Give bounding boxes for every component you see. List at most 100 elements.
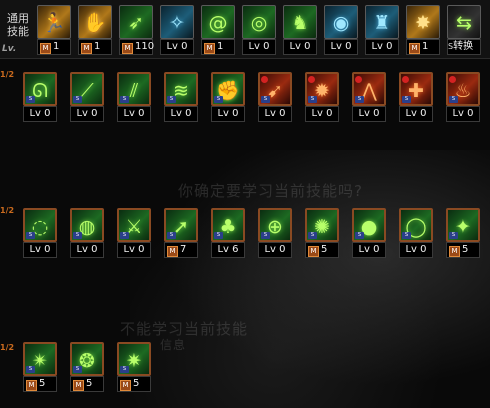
halo-icon[interactable]: ◯ S <box>399 208 433 242</box>
background-prompt-text: 你确定要学习当前技能吗? <box>178 182 363 200</box>
skill-slot[interactable]: ⋀ S Lv 0 <box>352 72 386 122</box>
skill-slot[interactable]: ➶ M 110 <box>119 5 154 55</box>
beast-icon[interactable]: ♞ <box>283 5 317 39</box>
tree-icon[interactable]: ♣ S <box>211 208 245 242</box>
skill-level-text: Lv 0 <box>358 244 380 255</box>
skill-level-label: M5 <box>446 242 480 258</box>
skill-slot[interactable]: ⊕ S Lv 0 <box>258 208 292 258</box>
spin-icon[interactable]: ✺ S <box>305 208 339 242</box>
skill-slot[interactable]: ♜ Lv 0 <box>365 5 399 55</box>
claw-icon[interactable]: ⟋ S <box>70 72 104 106</box>
skill-slot[interactable]: ◎ Lv 0 <box>242 5 276 55</box>
skill-slot[interactable]: ⫽ S Lv 0 <box>117 72 151 122</box>
skill-slot[interactable]: ♣ S Lv 6 <box>211 208 245 258</box>
skill-level-label: M5 <box>23 376 57 392</box>
crosshair-icon[interactable]: ⊕ S <box>258 208 292 242</box>
skill-slot[interactable]: ◉ Lv 0 <box>324 5 358 55</box>
skill-slot[interactable]: ✧ Lv 0 <box>160 5 194 55</box>
slash-icon[interactable]: ⫽ S <box>117 72 151 106</box>
fire-burst-icon[interactable]: ✸ <box>406 5 440 39</box>
lv-indicator: Lv. <box>2 44 17 54</box>
skill-level-text: Lv 0 <box>166 41 188 52</box>
skill-level-text: Lv 0 <box>123 108 145 119</box>
skill-level-label: Lv 0 <box>117 242 151 258</box>
skill-glyph: 🏃 <box>42 12 66 34</box>
arrow-icon[interactable]: ➚ S <box>164 208 198 242</box>
twister-icon[interactable]: ❂ S <box>70 342 104 376</box>
skill-slot[interactable]: ● S Lv 0 <box>352 208 386 258</box>
vortex-icon[interactable]: ◌ S <box>23 208 57 242</box>
dash-icon[interactable]: ➹ S <box>258 72 292 106</box>
skill-slot[interactable]: ≋ S Lv 0 <box>164 72 198 122</box>
leap-icon[interactable]: ➶ <box>119 5 153 39</box>
spikes-icon[interactable]: ⋀ S <box>352 72 386 106</box>
skill-slot[interactable]: ✴ S M 5 <box>23 342 57 392</box>
skill-slot[interactable]: ❂ S M 5 <box>70 342 104 392</box>
skill-slot[interactable]: ✦ S M 5 <box>446 208 480 258</box>
master-icon: M <box>308 246 319 257</box>
spiral-icon[interactable]: @ <box>201 5 235 39</box>
skill-slot[interactable]: @ M 1 <box>201 5 235 55</box>
skill-level-label: Lv 6 <box>211 242 245 258</box>
skill-slot[interactable]: ♞ Lv 0 <box>283 5 317 55</box>
cross-icon[interactable]: ✚ S <box>399 72 433 106</box>
orb-icon[interactable]: ● S <box>352 208 386 242</box>
wings-icon[interactable]: ✧ <box>160 5 194 39</box>
skill-slot[interactable]: ✸ M 1 <box>406 5 440 55</box>
swirl-icon[interactable]: ᘏS <box>23 72 57 106</box>
energy-icon[interactable]: ✷ S <box>117 342 151 376</box>
wave-icon[interactable]: ≋ S <box>164 72 198 106</box>
skill-level-label: Lv 0 <box>70 242 104 258</box>
skill-glyph: ♜ <box>373 12 391 34</box>
skill-type-icon: S <box>449 232 458 239</box>
skill-type-icon: S <box>73 96 82 103</box>
skill-level-text: 5 <box>86 378 93 389</box>
skill-slot[interactable]: ⇆ S转换 <box>447 5 481 55</box>
runner-icon[interactable]: 🏃 <box>37 5 71 39</box>
skill-slot[interactable]: ⟋ S Lv 0 <box>70 72 104 122</box>
skill-slot[interactable]: ◯ S Lv 0 <box>399 208 433 258</box>
skill-slot[interactable]: ✊ S Lv 0 <box>211 72 245 122</box>
armor-icon[interactable]: ♜ <box>365 5 399 39</box>
skill-level-label: Lv 0 <box>164 106 198 122</box>
skill-slot[interactable]: ◍ S Lv 0 <box>70 208 104 258</box>
skill-slot[interactable]: ➚ S M 7 <box>164 208 198 258</box>
skill-slot[interactable]: ✷ S M 5 <box>117 342 151 392</box>
skill-slot[interactable]: ✺ S M 5 <box>305 208 339 258</box>
skill-slot[interactable]: ➹ S Lv 0 <box>258 72 292 122</box>
skill-slot[interactable]: ♨ S Lv 0 <box>446 72 480 122</box>
locked-dot-icon <box>355 76 362 83</box>
shards-icon[interactable]: ✦ S <box>446 208 480 242</box>
target-icon[interactable]: ◎ <box>242 5 276 39</box>
burst-icon[interactable]: ✹ S <box>305 72 339 106</box>
row-marker-3: 1/2 <box>0 343 15 352</box>
skill-slot[interactable]: 🏃 M 1 <box>37 5 71 55</box>
blade-icon[interactable]: ⚔ S <box>117 208 151 242</box>
eye-icon[interactable]: ◉ <box>324 5 358 39</box>
skill-slot[interactable]: ⚔ S Lv 0 <box>117 208 151 258</box>
skill-level-text: Lv 0 <box>123 244 145 255</box>
skill-level-text: Lv 0 <box>452 108 474 119</box>
master-icon: M <box>409 43 420 54</box>
background-info-text: 信息 <box>160 338 187 352</box>
skill-level-label: Lv 0 <box>242 39 276 55</box>
skill-level-label: Lv 0 <box>23 242 57 258</box>
skill-type-icon: S <box>308 96 317 103</box>
skill-level-label: M1 <box>201 39 235 55</box>
skill-slot[interactable]: ✚ S Lv 0 <box>399 72 433 122</box>
skill-slot[interactable]: ᘏ S Lv 0 <box>23 72 57 122</box>
flame-icon[interactable]: ♨ S <box>446 72 480 106</box>
skill-type-icon: S <box>73 366 82 373</box>
locked-dot-icon <box>402 76 409 83</box>
skill-level-text: Lv 0 <box>248 41 270 52</box>
skill-type-icon: S <box>261 232 270 239</box>
skill-slot[interactable]: ◌ S Lv 0 <box>23 208 57 258</box>
swap-icon[interactable]: ⇆ <box>447 5 481 39</box>
fist-icon[interactable]: ✊ S <box>211 72 245 106</box>
skill-slot[interactable]: ✋ M 1 <box>78 5 112 55</box>
ring-icon[interactable]: ◍ S <box>70 208 104 242</box>
spark-icon[interactable]: ✴ S <box>23 342 57 376</box>
flame-hand-icon[interactable]: ✋ <box>78 5 112 39</box>
skill-type-icon: S <box>26 366 35 373</box>
skill-slot[interactable]: ✹ S Lv 0 <box>305 72 339 122</box>
